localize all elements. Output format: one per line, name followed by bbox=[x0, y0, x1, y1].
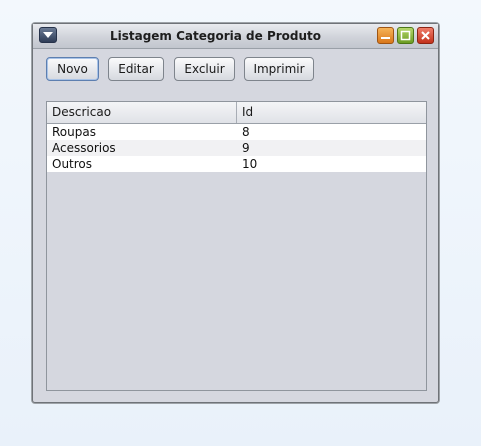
minimize-button[interactable] bbox=[377, 27, 394, 44]
minimize-icon bbox=[381, 37, 390, 39]
table-row[interactable]: Outros 10 bbox=[47, 156, 426, 172]
triangle-down-icon[interactable] bbox=[39, 27, 57, 43]
novo-button[interactable]: Novo bbox=[46, 57, 99, 81]
table-body: Roupas 8 Acessorios 9 Outros 10 bbox=[47, 124, 426, 172]
table-header: Descricao Id bbox=[47, 102, 426, 124]
imprimir-button[interactable]: Imprimir bbox=[244, 57, 314, 81]
maximize-icon bbox=[400, 30, 411, 41]
title-bar[interactable]: Listagem Categoria de Produto bbox=[33, 24, 438, 49]
cell-descricao: Roupas bbox=[52, 125, 96, 139]
cell-descricao: Outros bbox=[52, 157, 93, 171]
table-row[interactable]: Roupas 8 bbox=[47, 124, 426, 140]
editar-button[interactable]: Editar bbox=[108, 57, 164, 81]
cell-descricao: Acessorios bbox=[52, 141, 116, 155]
window: Listagem Categoria de Produto Novo Edita… bbox=[32, 23, 439, 403]
excluir-button[interactable]: Excluir bbox=[174, 57, 235, 81]
cell-id: 10 bbox=[242, 157, 258, 171]
close-icon bbox=[421, 31, 430, 40]
maximize-button[interactable] bbox=[397, 27, 414, 44]
close-button[interactable] bbox=[417, 27, 434, 44]
column-header-descricao[interactable]: Descricao bbox=[47, 102, 237, 123]
cell-id: 8 bbox=[242, 125, 250, 139]
column-header-id[interactable]: Id bbox=[237, 102, 426, 123]
category-table[interactable]: Descricao Id Roupas 8 Acessorios 9 Outro… bbox=[46, 101, 427, 391]
window-title: Listagem Categoria de Produto bbox=[109, 29, 322, 43]
cell-id: 9 bbox=[242, 141, 250, 155]
table-row[interactable]: Acessorios 9 bbox=[47, 140, 426, 156]
